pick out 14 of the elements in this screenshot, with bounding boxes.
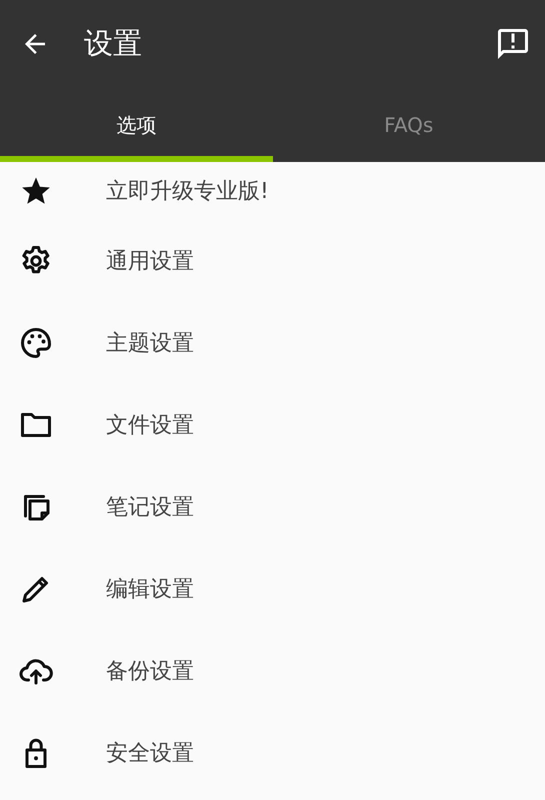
tab[interactable]: FAQs: [272, 88, 545, 162]
settings-item[interactable]: 编辑设置: [0, 548, 545, 630]
settings-item[interactable]: 安全设置: [0, 712, 545, 794]
settings-item[interactable]: 笔记设置: [0, 466, 545, 548]
settings-item[interactable]: 主题设置: [0, 302, 545, 384]
tab[interactable]: 选项: [0, 88, 272, 162]
settings-item[interactable]: 备份设置: [0, 630, 545, 712]
settings-item[interactable]: 文件设置: [0, 384, 545, 466]
settings-item[interactable]: 通用设置: [0, 220, 545, 302]
feedback-button[interactable]: [495, 26, 531, 62]
feedback-icon: [495, 26, 531, 62]
settings-item[interactable]: 立即升级专业版!: [0, 162, 545, 220]
screen-title: 设置: [84, 25, 142, 62]
palette-icon: [18, 325, 54, 361]
